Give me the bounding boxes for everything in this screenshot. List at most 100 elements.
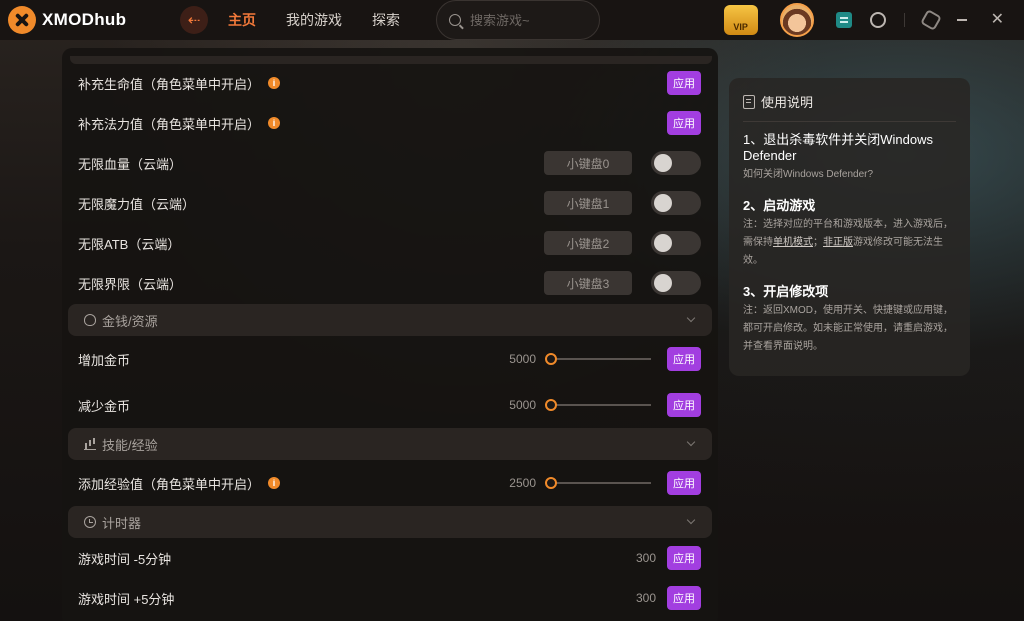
mod-label: 无限ATB（云端） xyxy=(78,236,181,252)
help-link[interactable]: 如何关闭Windows Defender? xyxy=(743,166,956,184)
document-icon xyxy=(743,94,755,109)
hotkey-box[interactable]: 小键盘3 xyxy=(544,271,632,295)
hotkey-box[interactable]: 小键盘1 xyxy=(544,191,632,215)
search-icon xyxy=(449,14,461,26)
input-value[interactable]: 300 xyxy=(606,551,656,565)
toggle-switch[interactable] xyxy=(651,191,701,215)
guide-header: 使用说明 xyxy=(743,92,956,111)
toggle-knob xyxy=(654,154,672,172)
chevron-down-icon xyxy=(686,313,696,323)
info-icon[interactable]: i xyxy=(268,117,281,129)
step-number: 2、 xyxy=(743,198,764,213)
mod-label: 无限界限（云端） xyxy=(78,276,183,292)
list-item: 无限ATB（云端） 小键盘2 xyxy=(62,223,718,263)
section-title: 技能/经验 xyxy=(102,437,158,453)
list-icon[interactable] xyxy=(835,12,852,28)
toggle-switch[interactable] xyxy=(651,151,701,175)
app-logo[interactable]: XMODhub xyxy=(8,6,158,34)
apply-button[interactable]: 应用 xyxy=(667,71,701,95)
arrow-left-icon: ⇠ xyxy=(187,12,201,29)
section-title: 计时器 xyxy=(102,515,142,531)
mod-label: 无限血量（云端） xyxy=(78,156,183,172)
mod-label: 补充生命值（角色菜单中开启） xyxy=(78,76,261,92)
list-item: 添加经验值（角色菜单中开启） i 2500 应用 xyxy=(62,463,718,503)
slider-thumb[interactable] xyxy=(545,353,557,365)
step-note: 注：返回XMOD，使用开关、快捷键或应用键，都可开启修改。如未能正常使用，请重启… xyxy=(743,305,953,352)
apply-button[interactable]: 应用 xyxy=(667,471,701,495)
value-slider[interactable] xyxy=(545,399,651,411)
slider-thumb[interactable] xyxy=(545,399,557,411)
app-name: XMODhub xyxy=(42,10,127,29)
info-icon[interactable]: i xyxy=(268,77,281,89)
apply-button[interactable]: 应用 xyxy=(667,393,701,417)
vip-badge[interactable]: VIP xyxy=(723,5,758,35)
usage-guide-panel: 使用说明 1、退出杀毒软件并关闭Windows Defender 如何关闭Win… xyxy=(729,78,970,376)
input-value[interactable]: 300 xyxy=(606,591,656,605)
toggle-knob xyxy=(654,194,672,212)
back-button[interactable]: ⇠ xyxy=(180,6,208,34)
hotkey-box[interactable]: 小键盘0 xyxy=(544,151,632,175)
nav-explore[interactable]: 探索 xyxy=(372,10,400,30)
list-item: 游戏时间 +5分钟 300 应用 xyxy=(62,578,718,618)
info-icon[interactable]: i xyxy=(268,477,281,489)
list-item: 无限血量（云端） 小键盘0 xyxy=(62,143,718,183)
value-slider[interactable] xyxy=(545,477,651,489)
list-item: 无限魔力值（云端） 小键盘1 xyxy=(62,183,718,223)
guide-title: 使用说明 xyxy=(761,95,814,110)
list-item: 游戏时间 -5分钟 300 应用 xyxy=(62,538,718,578)
mod-label: 增加金币 xyxy=(78,352,131,368)
xmod-logo-icon xyxy=(8,6,36,34)
divider xyxy=(743,121,956,122)
slider-value: 2500 xyxy=(509,476,536,490)
toggle-switch[interactable] xyxy=(651,271,701,295)
mod-label: 游戏时间 +5分钟 xyxy=(78,591,175,607)
section-header-money[interactable]: 金钱/资源 xyxy=(68,304,712,336)
step-title: 2、启动游戏 xyxy=(743,198,956,214)
step-note: 注：选择对应的平台和游戏版本，进入游戏后，需保持单机模式；非正版游戏修改可能无法… xyxy=(743,216,956,270)
note-text: ； xyxy=(813,237,823,248)
note-link[interactable]: 非正版 xyxy=(823,237,853,248)
nav-home[interactable]: 主页 xyxy=(228,10,256,30)
chevron-down-icon xyxy=(686,437,696,447)
section-header-skills[interactable]: 技能/经验 xyxy=(68,428,712,460)
apply-button[interactable]: 应用 xyxy=(667,111,701,135)
apply-button[interactable]: 应用 xyxy=(667,586,701,610)
settings-icon[interactable] xyxy=(919,9,942,31)
top-right-controls: VIP ✕ xyxy=(723,3,1004,37)
slider-thumb[interactable] xyxy=(545,477,557,489)
minimize-icon[interactable] xyxy=(956,19,967,21)
search-box[interactable] xyxy=(436,0,600,40)
value-slider[interactable] xyxy=(545,353,651,365)
toggle-knob xyxy=(654,234,672,252)
mod-label: 减少金币 xyxy=(78,398,131,414)
mod-label: 补充法力值（角色菜单中开启） xyxy=(78,116,261,132)
apply-button[interactable]: 应用 xyxy=(667,347,701,371)
step-title-text: 退出杀毒软件并关闭Windows Defender xyxy=(743,132,933,163)
step-number: 1、 xyxy=(743,132,764,147)
step-title-text: 开启修改项 xyxy=(763,284,829,299)
section-header-timer[interactable]: 计时器 xyxy=(68,506,712,538)
avatar[interactable] xyxy=(779,3,814,37)
apply-button[interactable]: 应用 xyxy=(667,546,701,570)
list-item: 无限界限（云端） 小键盘3 xyxy=(62,263,718,303)
guide-step-3: 3、开启修改项 注：返回XMOD，使用开关、快捷键或应用键，都可开启修改。如未能… xyxy=(743,284,956,356)
close-icon[interactable]: ✕ xyxy=(991,12,1004,28)
notification-icon[interactable] xyxy=(869,12,886,28)
hotkey-box[interactable]: 小键盘2 xyxy=(544,231,632,255)
search-input[interactable] xyxy=(470,12,590,28)
mod-label: 无限魔力值（云端） xyxy=(78,196,196,212)
toggle-knob xyxy=(654,274,672,292)
step-title: 1、退出杀毒软件并关闭Windows Defender xyxy=(743,132,956,164)
nav-my-games[interactable]: 我的游戏 xyxy=(286,10,342,30)
section-title: 金钱/资源 xyxy=(102,313,158,329)
list-item: 补充生命值（角色菜单中开启） i 应用 xyxy=(62,63,718,103)
guide-step-2: 2、启动游戏 注：选择对应的平台和游戏版本，进入游戏后，需保持单机模式；非正版游… xyxy=(743,198,956,270)
list-item: 减少金币 5000 应用 xyxy=(62,385,718,425)
toggle-switch[interactable] xyxy=(651,231,701,255)
clock-icon xyxy=(84,516,96,528)
step-title-text: 启动游戏 xyxy=(763,198,816,213)
divider xyxy=(903,13,905,27)
bar-chart-icon xyxy=(84,438,96,450)
note-link[interactable]: 单机模式 xyxy=(773,237,813,248)
main-nav: 主页 我的游戏 探索 xyxy=(228,10,430,30)
